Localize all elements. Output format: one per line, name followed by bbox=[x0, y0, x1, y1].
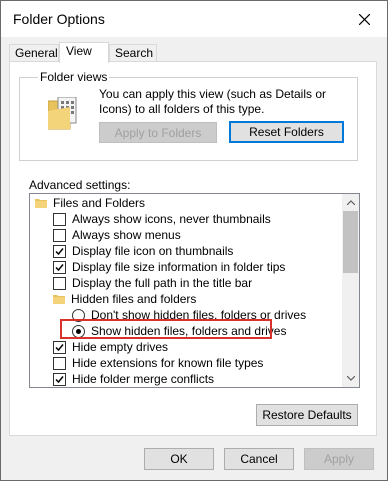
list-item-always-show-menus[interactable]: Always show menus bbox=[53, 227, 359, 243]
checkmark-icon bbox=[55, 263, 64, 271]
folder-icon bbox=[35, 199, 47, 208]
list-item-label: Display the full path in the title bar bbox=[72, 276, 253, 290]
window-title: Folder Options bbox=[13, 11, 105, 27]
checkbox-checked[interactable] bbox=[53, 260, 66, 274]
list-item-label: Display file icon on thumbnails bbox=[72, 244, 234, 258]
list-item-files-and-folders: Files and Folders bbox=[35, 195, 345, 211]
tab-search[interactable]: Search bbox=[109, 44, 157, 61]
radio-button-selected[interactable] bbox=[72, 324, 85, 338]
chevron-up-icon bbox=[346, 200, 355, 205]
scroll-up-button[interactable] bbox=[342, 194, 359, 211]
list-item-hide-extensions[interactable]: Hide extensions for known file types bbox=[53, 355, 359, 371]
checkbox[interactable] bbox=[53, 212, 66, 226]
list-item-label: Always show icons, never thumbnails bbox=[72, 212, 271, 226]
cancel-button[interactable]: Cancel bbox=[224, 448, 294, 470]
restore-defaults-button[interactable]: Restore Defaults bbox=[256, 404, 358, 426]
folder-views-description: You can apply this view (such as Details… bbox=[99, 87, 327, 116]
checkbox-checked[interactable] bbox=[53, 244, 66, 258]
folder-view-icon bbox=[48, 97, 77, 130]
checkbox[interactable] bbox=[53, 356, 66, 370]
list-item-label: Display file size information in folder … bbox=[72, 260, 286, 274]
checkbox[interactable] bbox=[53, 276, 66, 290]
reset-folders-button[interactable]: Reset Folders bbox=[229, 121, 344, 143]
advanced-settings-list[interactable]: Files and Folders Always show icons, nev… bbox=[29, 193, 360, 388]
list-item-label: Always show menus bbox=[72, 228, 181, 242]
scroll-down-button[interactable] bbox=[342, 370, 359, 387]
list-item-label: Show hidden files, folders and drives bbox=[91, 324, 287, 338]
list-item-always-show-icons[interactable]: Always show icons, never thumbnails bbox=[53, 211, 359, 227]
list-item-display-full-path[interactable]: Display the full path in the title bar bbox=[53, 275, 359, 291]
folder-icon bbox=[53, 295, 65, 304]
list-item-label: Hide extensions for known file types bbox=[72, 356, 264, 370]
checkbox[interactable] bbox=[53, 228, 66, 242]
ok-button[interactable]: OK bbox=[144, 448, 214, 470]
scroll-thumb[interactable] bbox=[343, 211, 358, 273]
apply-to-folders-button[interactable]: Apply to Folders bbox=[99, 122, 217, 143]
list-item-hide-merge-conflicts[interactable]: Hide folder merge conflicts bbox=[53, 371, 359, 387]
list-item-hidden-files-folder: Hidden files and folders bbox=[53, 291, 359, 307]
list-item-label: Don't show hidden files, folders or driv… bbox=[91, 308, 307, 322]
list-item-hide-empty-drives[interactable]: Hide empty drives bbox=[53, 339, 359, 355]
list-item-dont-show-hidden[interactable]: Don't show hidden files, folders or driv… bbox=[72, 307, 359, 323]
list-item-label: Hide empty drives bbox=[72, 340, 169, 354]
chevron-down-icon bbox=[346, 376, 355, 381]
list-item-display-file-icon[interactable]: Display file icon on thumbnails bbox=[53, 243, 359, 259]
list-item-display-file-size[interactable]: Display file size information in folder … bbox=[53, 259, 359, 275]
close-icon bbox=[358, 13, 370, 25]
list-item-label: Hide folder merge conflicts bbox=[72, 372, 215, 386]
folder-views-label: Folder views bbox=[38, 70, 110, 84]
close-button[interactable] bbox=[341, 1, 387, 37]
list-item-label: Hidden files and folders bbox=[71, 292, 197, 306]
title-bar: Folder Options bbox=[1, 1, 387, 37]
tab-general[interactable]: General bbox=[9, 44, 59, 61]
checkmark-icon bbox=[55, 343, 64, 351]
checkmark-icon bbox=[55, 375, 64, 383]
tab-view[interactable]: View bbox=[59, 42, 109, 63]
checkbox-checked[interactable] bbox=[53, 340, 66, 354]
apply-button[interactable]: Apply bbox=[304, 448, 374, 470]
list-item-label: Files and Folders bbox=[53, 196, 146, 210]
list-item-show-hidden[interactable]: Show hidden files, folders and drives bbox=[72, 323, 359, 339]
checkmark-icon bbox=[55, 247, 64, 255]
vertical-scrollbar[interactable] bbox=[342, 194, 359, 387]
advanced-settings-label: Advanced settings: bbox=[29, 178, 131, 192]
checkbox-checked[interactable] bbox=[53, 372, 66, 386]
radio-button[interactable] bbox=[72, 308, 85, 322]
